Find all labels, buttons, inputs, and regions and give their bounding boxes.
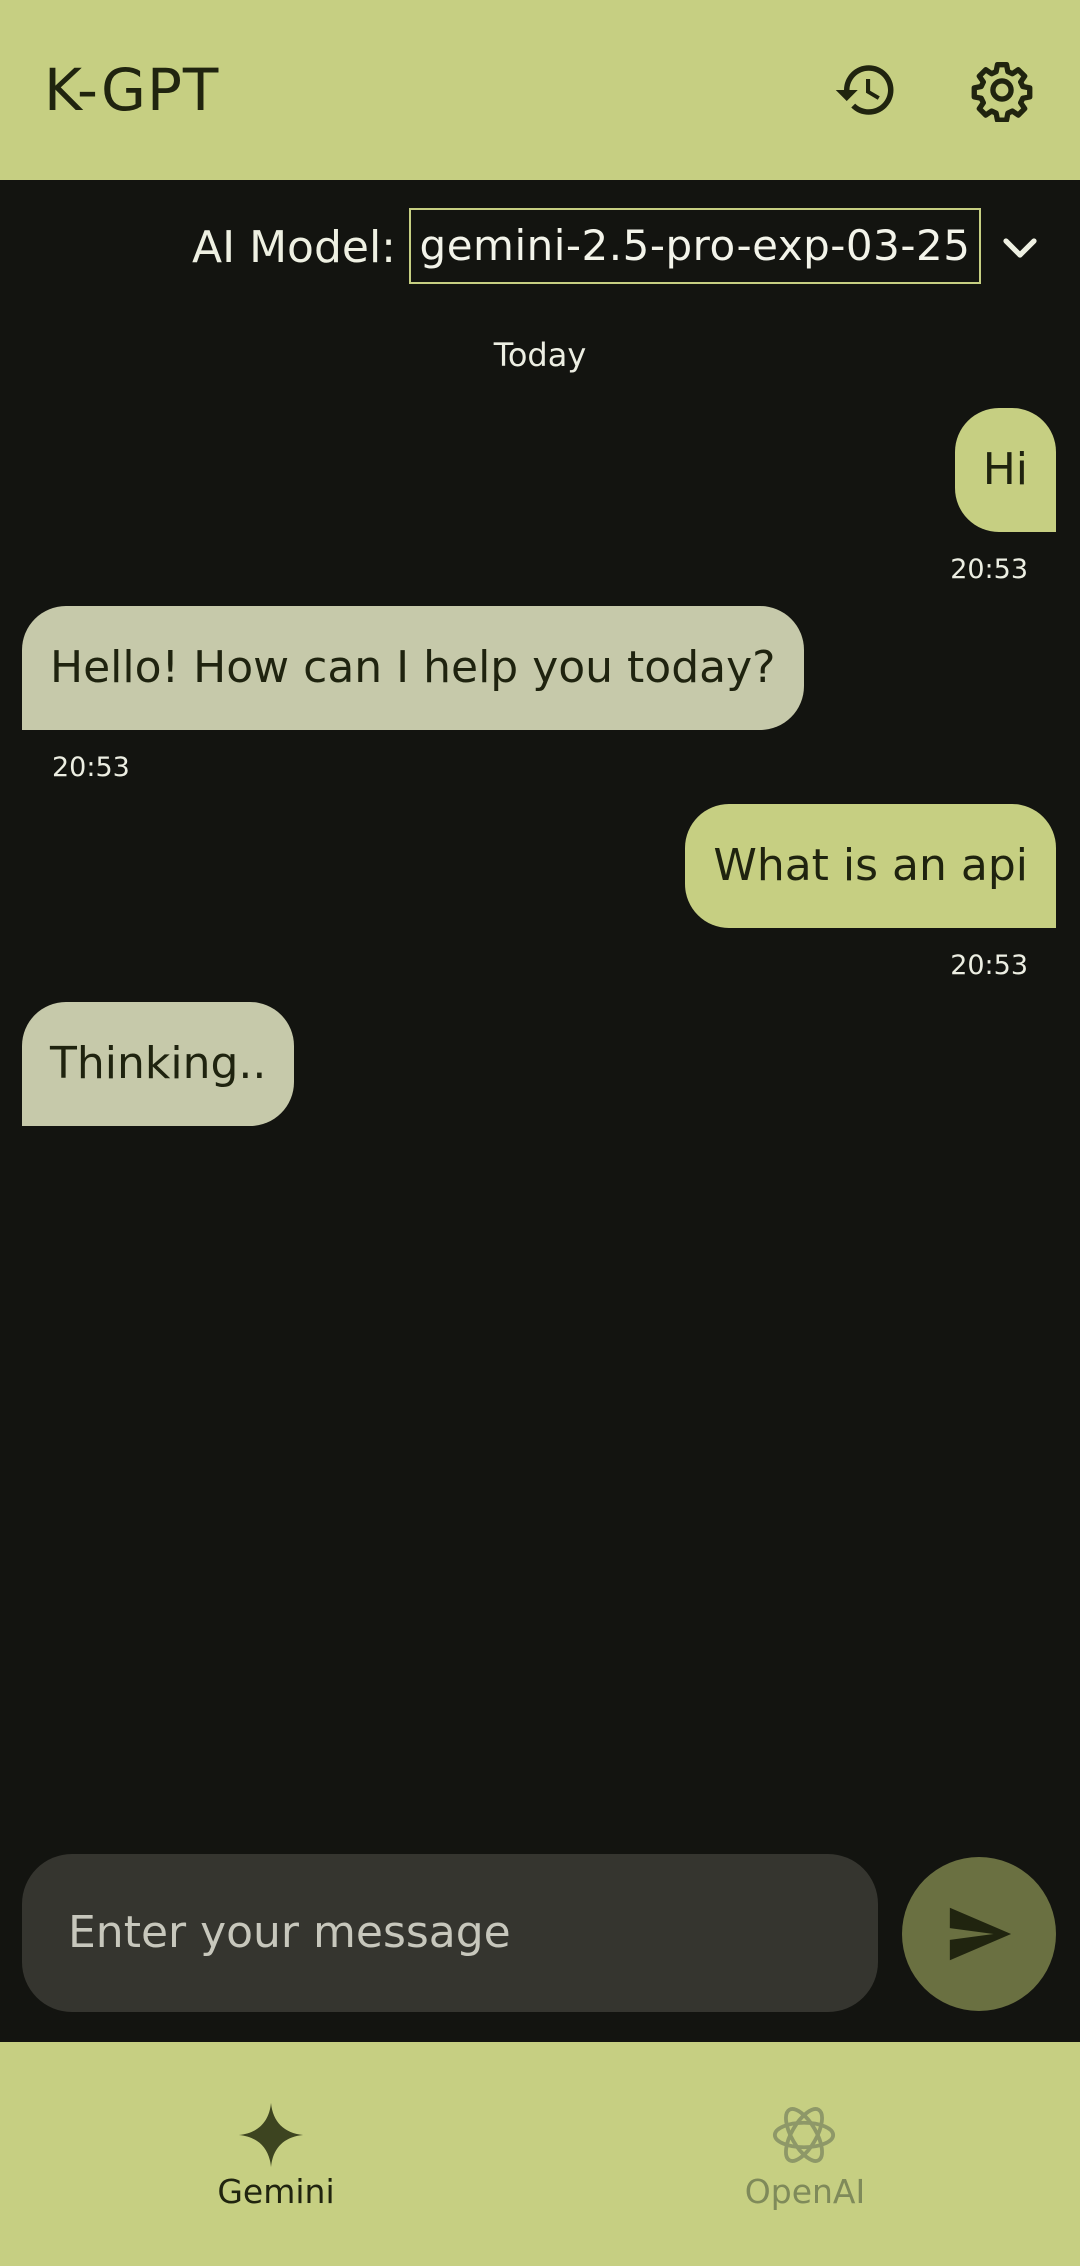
send-icon xyxy=(949,1907,1012,1961)
gear-icon xyxy=(971,62,1033,122)
message-time: 20:53 xyxy=(950,950,1028,981)
chevron-down-icon[interactable] xyxy=(996,224,1044,272)
model-selector-row: AI Model: gemini-2.5-pro-exp-03-25 xyxy=(0,208,1080,288)
nav-label-openai: OpenAI xyxy=(744,2172,866,2211)
app-title: K-GPT xyxy=(44,56,220,124)
openai-logo-icon xyxy=(772,2107,836,2163)
message-time: 20:53 xyxy=(52,752,130,783)
nav-label-gemini: Gemini xyxy=(217,2172,335,2211)
app-screen: K-GPT AI Model: gemini-2.5-pro-exp-03-25… xyxy=(0,0,1080,2266)
model-label: AI Model: xyxy=(192,222,396,273)
history-icon xyxy=(835,65,894,115)
model-select[interactable]: gemini-2.5-pro-exp-03-25 xyxy=(409,208,981,284)
gemini-sparkle-icon xyxy=(238,2102,304,2168)
bot-thinking-bubble: Thinking.. xyxy=(22,1002,295,1126)
top-app-bar: K-GPT xyxy=(0,0,1080,180)
message-input[interactable]: Enter your message xyxy=(22,1854,878,2012)
date-separator: Today xyxy=(493,336,587,374)
bot-message-bubble[interactable]: Hello! How can I help you today? xyxy=(22,606,804,730)
user-message-bubble[interactable]: Hi xyxy=(954,408,1056,532)
history-button[interactable] xyxy=(828,52,904,128)
settings-button[interactable] xyxy=(964,52,1040,128)
send-button[interactable] xyxy=(902,1857,1056,2011)
user-message-bubble[interactable]: What is an api xyxy=(685,804,1056,928)
nav-item-gemini[interactable]: Gemini xyxy=(0,2042,540,2266)
bottom-navigation: Gemini OpenAI xyxy=(0,2042,1080,2266)
nav-item-openai[interactable]: OpenAI xyxy=(540,2042,1080,2266)
message-time: 20:53 xyxy=(950,554,1028,585)
